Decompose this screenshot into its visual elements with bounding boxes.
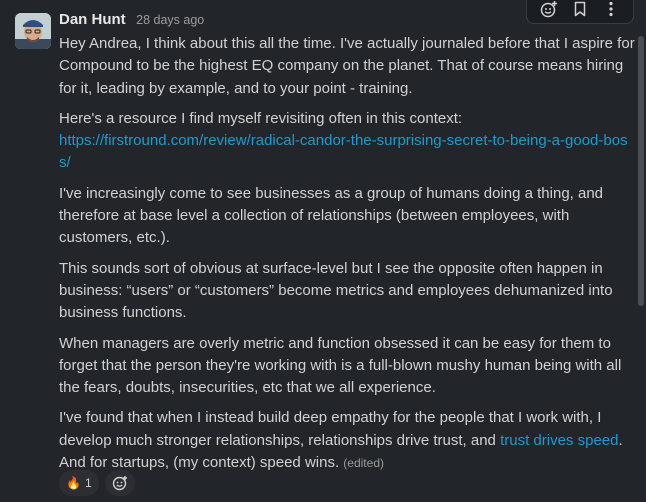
add-reaction-icon [540, 1, 557, 18]
trust-drives-speed-link[interactable]: trust drives speed [500, 432, 618, 449]
bookmark-icon [574, 1, 586, 17]
scrollbar[interactable] [638, 36, 644, 306]
paragraph: I've found that when I instead build dee… [59, 407, 639, 474]
paragraph: When managers are overly metric and func… [59, 334, 622, 397]
add-reaction-tool[interactable] [536, 0, 562, 22]
avatar-image [15, 13, 51, 49]
more-actions-tool[interactable] [598, 0, 624, 22]
message-timestamp[interactable]: 28 days ago [136, 13, 204, 27]
message-actions-toolbar [526, 0, 634, 24]
paragraph: Here's a resource I find myself revisiti… [59, 108, 639, 175]
reactions-bar: 🔥 1 [59, 470, 135, 496]
paragraph-text: Here's a resource I find myself revisiti… [59, 109, 463, 127]
paragraph: This sounds sort of obvious at surface-l… [59, 259, 613, 322]
paragraph: Hey Andrea, I think about this all the t… [59, 35, 635, 97]
add-reaction-button[interactable] [104, 470, 135, 496]
message-container: Dan Hunt 28 days ago Hey Andrea, I think… [0, 0, 646, 502]
add-reaction-icon [112, 476, 127, 491]
avatar[interactable] [15, 13, 51, 49]
resource-link[interactable]: https://firstround.com/review/radical-ca… [59, 132, 628, 171]
reaction-fire[interactable]: 🔥 1 [59, 470, 99, 496]
author-name[interactable]: Dan Hunt [59, 11, 126, 28]
more-icon [609, 1, 613, 17]
message-body: Hey Andrea, I think about this all the t… [59, 33, 639, 482]
message-header: Dan Hunt 28 days ago [59, 11, 204, 29]
paragraph: I've increasingly come to see businesses… [59, 184, 604, 247]
bookmark-tool[interactable] [567, 0, 593, 22]
fire-emoji-icon: 🔥 [66, 476, 81, 490]
edited-label: (edited) [343, 456, 384, 471]
reaction-count: 1 [84, 476, 92, 490]
